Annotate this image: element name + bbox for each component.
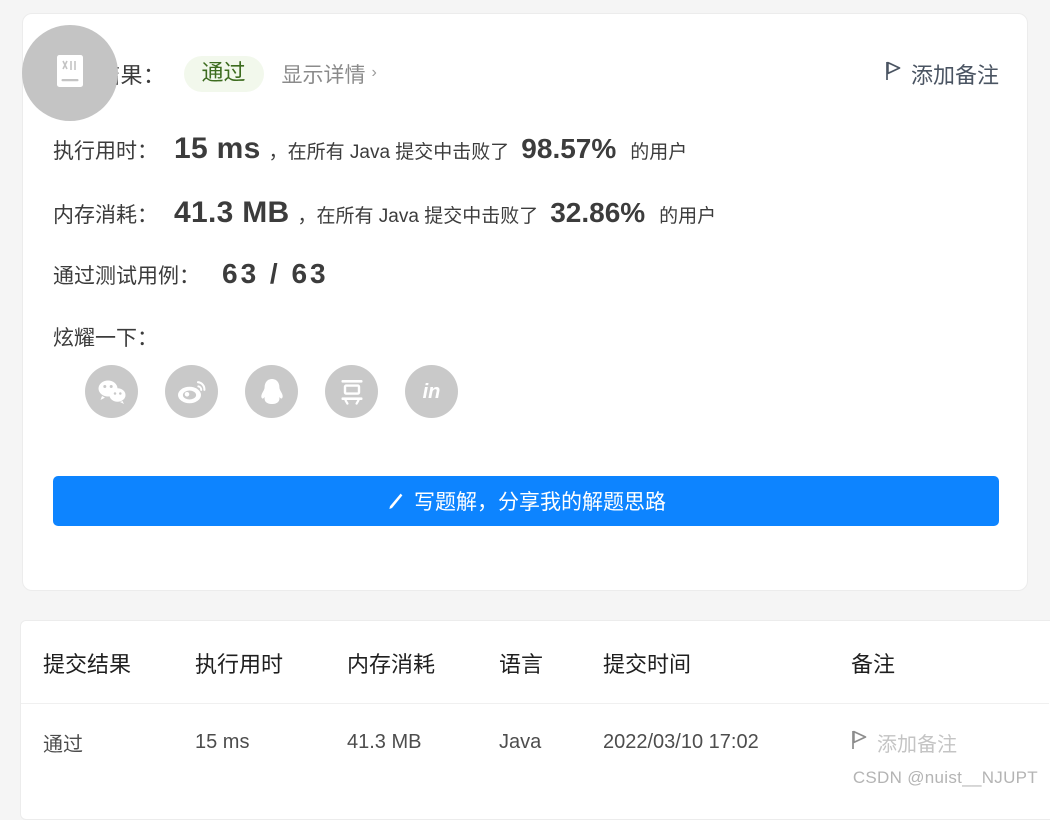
add-note-button-row[interactable]: 添加备注: [851, 728, 1049, 757]
linkedin-icon: in: [422, 380, 441, 403]
column-header-result: 提交结果: [43, 652, 132, 677]
cell-runtime: 15 ms: [195, 703, 347, 779]
submissions-table: 提交结果 执行用时 内存消耗 语言 提交时间 备注 通过 15 ms 41.3 …: [21, 621, 1049, 779]
testcases-row: 通过测试用例： 63 / 63: [53, 258, 329, 290]
memory-stat-row: 内存消耗： 41.3 MB ， 在所有 Java 提交中击败了 32.86% 的…: [53, 196, 716, 230]
flag-icon: [885, 61, 902, 87]
runtime-label: 执行用时：: [53, 140, 158, 163]
table-header-row: 提交结果 执行用时 内存消耗 语言 提交时间 备注: [21, 621, 1049, 704]
linkedin-share-button[interactable]: in: [405, 365, 458, 418]
douban-share-button[interactable]: [325, 365, 378, 418]
weibo-icon: [177, 379, 207, 405]
column-header-runtime: 执行用时: [195, 652, 284, 677]
show-detail-link[interactable]: 显示详情 ›: [282, 59, 377, 89]
cell-language: Java: [499, 703, 603, 779]
column-header-language: 语言: [499, 652, 544, 677]
result-label: 执行结果：: [53, 63, 166, 88]
douban-icon: [338, 378, 366, 405]
share-icon-row: in: [85, 365, 458, 418]
qq-icon: [259, 378, 285, 406]
testcases-label: 通过测试用例：: [53, 265, 200, 288]
column-header-memory: 内存消耗: [347, 652, 436, 677]
cell-submitted-at: 2022/03/10 17:02: [603, 703, 851, 779]
cell-memory: 41.3 MB: [347, 703, 499, 779]
show-detail-label: 显示详情: [281, 64, 366, 87]
add-note-label-top: 添加备注: [910, 63, 999, 88]
result-header-row: 执行结果： 通过 显示详情 ›: [53, 54, 377, 94]
wechat-icon: [97, 379, 127, 405]
share-label-row: 炫耀一下：: [53, 322, 158, 352]
runtime-value: 15 ms: [174, 132, 261, 165]
memory-percentile: 32.86%: [550, 197, 646, 228]
status-badge: 通过: [183, 56, 264, 92]
memory-comma: ，: [297, 206, 317, 227]
csdn-watermark: CSDN @nuist__NJUPT: [852, 768, 1038, 787]
pencil-icon: [386, 492, 404, 510]
wechat-share-button[interactable]: [85, 365, 138, 418]
submissions-table-card: 提交结果 执行用时 内存消耗 语言 提交时间 备注 通过 15 ms 41.3 …: [20, 620, 1050, 820]
testcases-value: 63 / 63: [222, 258, 329, 289]
share-label: 炫耀一下：: [53, 327, 158, 350]
write-solution-label: 写题解，分享我的解题思路: [414, 491, 666, 514]
memory-value: 41.3 MB: [174, 196, 290, 229]
add-note-label-row: 添加备注: [877, 734, 957, 756]
runtime-users-text: 的用户: [630, 142, 688, 163]
chevron-right-icon: ›: [371, 64, 377, 81]
write-solution-button[interactable]: 写题解，分享我的解题思路: [53, 476, 999, 526]
column-header-time: 提交时间: [603, 652, 692, 677]
cell-result[interactable]: 通过: [21, 703, 195, 779]
weibo-share-button[interactable]: [165, 365, 218, 418]
table-header: 提交结果 执行用时 内存消耗 语言 提交时间 备注: [21, 621, 1049, 704]
memory-beat-text: 在所有 Java 提交中击败了: [316, 206, 539, 227]
runtime-beat-text: 在所有 Java 提交中击败了: [287, 142, 510, 163]
memory-label: 内存消耗：: [53, 204, 158, 227]
flag-icon: [851, 730, 868, 756]
qq-share-button[interactable]: [245, 365, 298, 418]
add-note-button-top[interactable]: 添加备注: [885, 58, 999, 90]
runtime-percentile: 98.57%: [521, 133, 617, 164]
runtime-comma: ，: [268, 142, 288, 163]
runtime-stat-row: 执行用时： 15 ms ， 在所有 Java 提交中击败了 98.57% 的用户: [53, 132, 687, 166]
memory-users-text: 的用户: [659, 206, 717, 227]
column-header-note: 备注: [851, 652, 896, 677]
result-card: 执行结果： 通过 显示详情 › 添加备注 执行用时： 15 ms ， 在所有 J…: [22, 13, 1028, 591]
